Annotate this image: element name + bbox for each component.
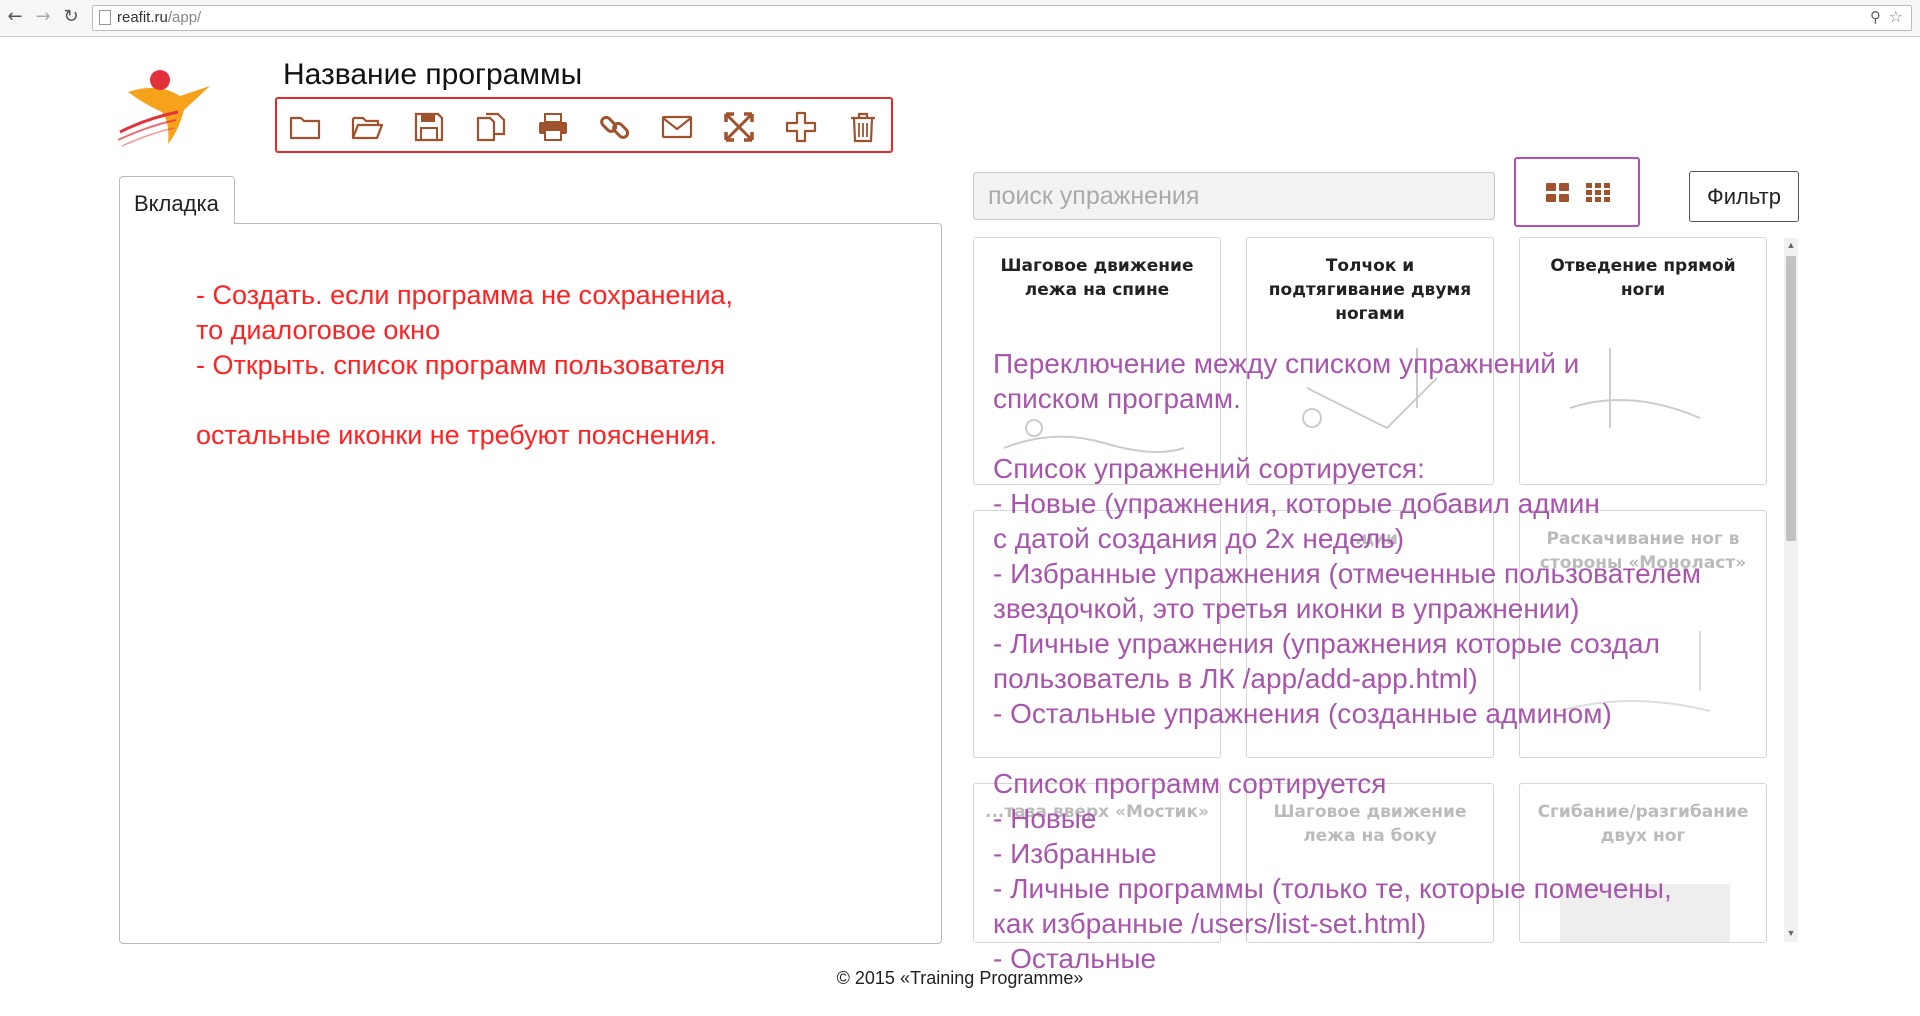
forward-arrow-icon[interactable]: →: [32, 6, 54, 28]
search-input[interactable]: [973, 172, 1495, 220]
annotation-purple-note: Переключение между списком упражнений и …: [993, 348, 1701, 974]
trash-icon[interactable]: [843, 107, 883, 147]
envelope-icon[interactable]: [657, 107, 697, 147]
link-icon[interactable]: [595, 107, 635, 147]
folder-open-icon[interactable]: [347, 107, 387, 147]
program-toolbar: [275, 97, 893, 153]
card-title: Отведение прямой ноги: [1550, 256, 1736, 300]
back-arrow-icon[interactable]: ←: [4, 6, 26, 28]
reload-icon[interactable]: ↻: [60, 6, 82, 28]
filter-button[interactable]: Фильтр: [1689, 171, 1799, 222]
zoom-icon[interactable]: ⚲: [1870, 8, 1881, 26]
print-icon[interactable]: [533, 107, 573, 147]
annotation-red-note: - Создать. если программа не сохранениа,…: [196, 280, 734, 450]
copy-icon[interactable]: [471, 107, 511, 147]
logo: [118, 70, 210, 147]
url-text[interactable]: reafit.ru/app/: [117, 9, 201, 26]
bookmark-star-icon[interactable]: ☆: [1889, 7, 1903, 26]
tab-vkladka[interactable]: Вкладка: [119, 176, 235, 224]
view-toggle: [1514, 157, 1640, 227]
url-host: reafit.ru: [117, 9, 168, 26]
small-grid-icon[interactable]: [1586, 183, 1610, 203]
large-grid-icon[interactable]: [1546, 183, 1570, 203]
card-title: Толчок и подтягивание двумя ногами: [1268, 256, 1472, 324]
browser-toolbar: ← → ↻ reafit.ru/app/ ⚲ ☆: [0, 0, 1920, 37]
footer-copyright: © 2015 «Training Programme»: [836, 968, 1084, 988]
page-icon: [99, 10, 111, 25]
url-path: /app/: [167, 9, 202, 26]
scroll-down-arrow-icon[interactable]: ▼: [1784, 926, 1798, 940]
plus-icon[interactable]: [781, 107, 821, 147]
tab-label: Вкладка: [134, 191, 219, 216]
folder-icon[interactable]: [285, 107, 325, 147]
program-title[interactable]: Название программы: [283, 58, 582, 92]
fullscreen-icon[interactable]: [719, 107, 759, 147]
scroll-up-arrow-icon[interactable]: ▲: [1784, 238, 1798, 252]
save-icon[interactable]: [409, 107, 449, 147]
address-bar[interactable]: reafit.ru/app/ ⚲ ☆: [92, 5, 1912, 31]
card-title: Шаговое движение лежа на спине: [1000, 256, 1194, 300]
scrollbar-thumb[interactable]: [1786, 256, 1796, 541]
